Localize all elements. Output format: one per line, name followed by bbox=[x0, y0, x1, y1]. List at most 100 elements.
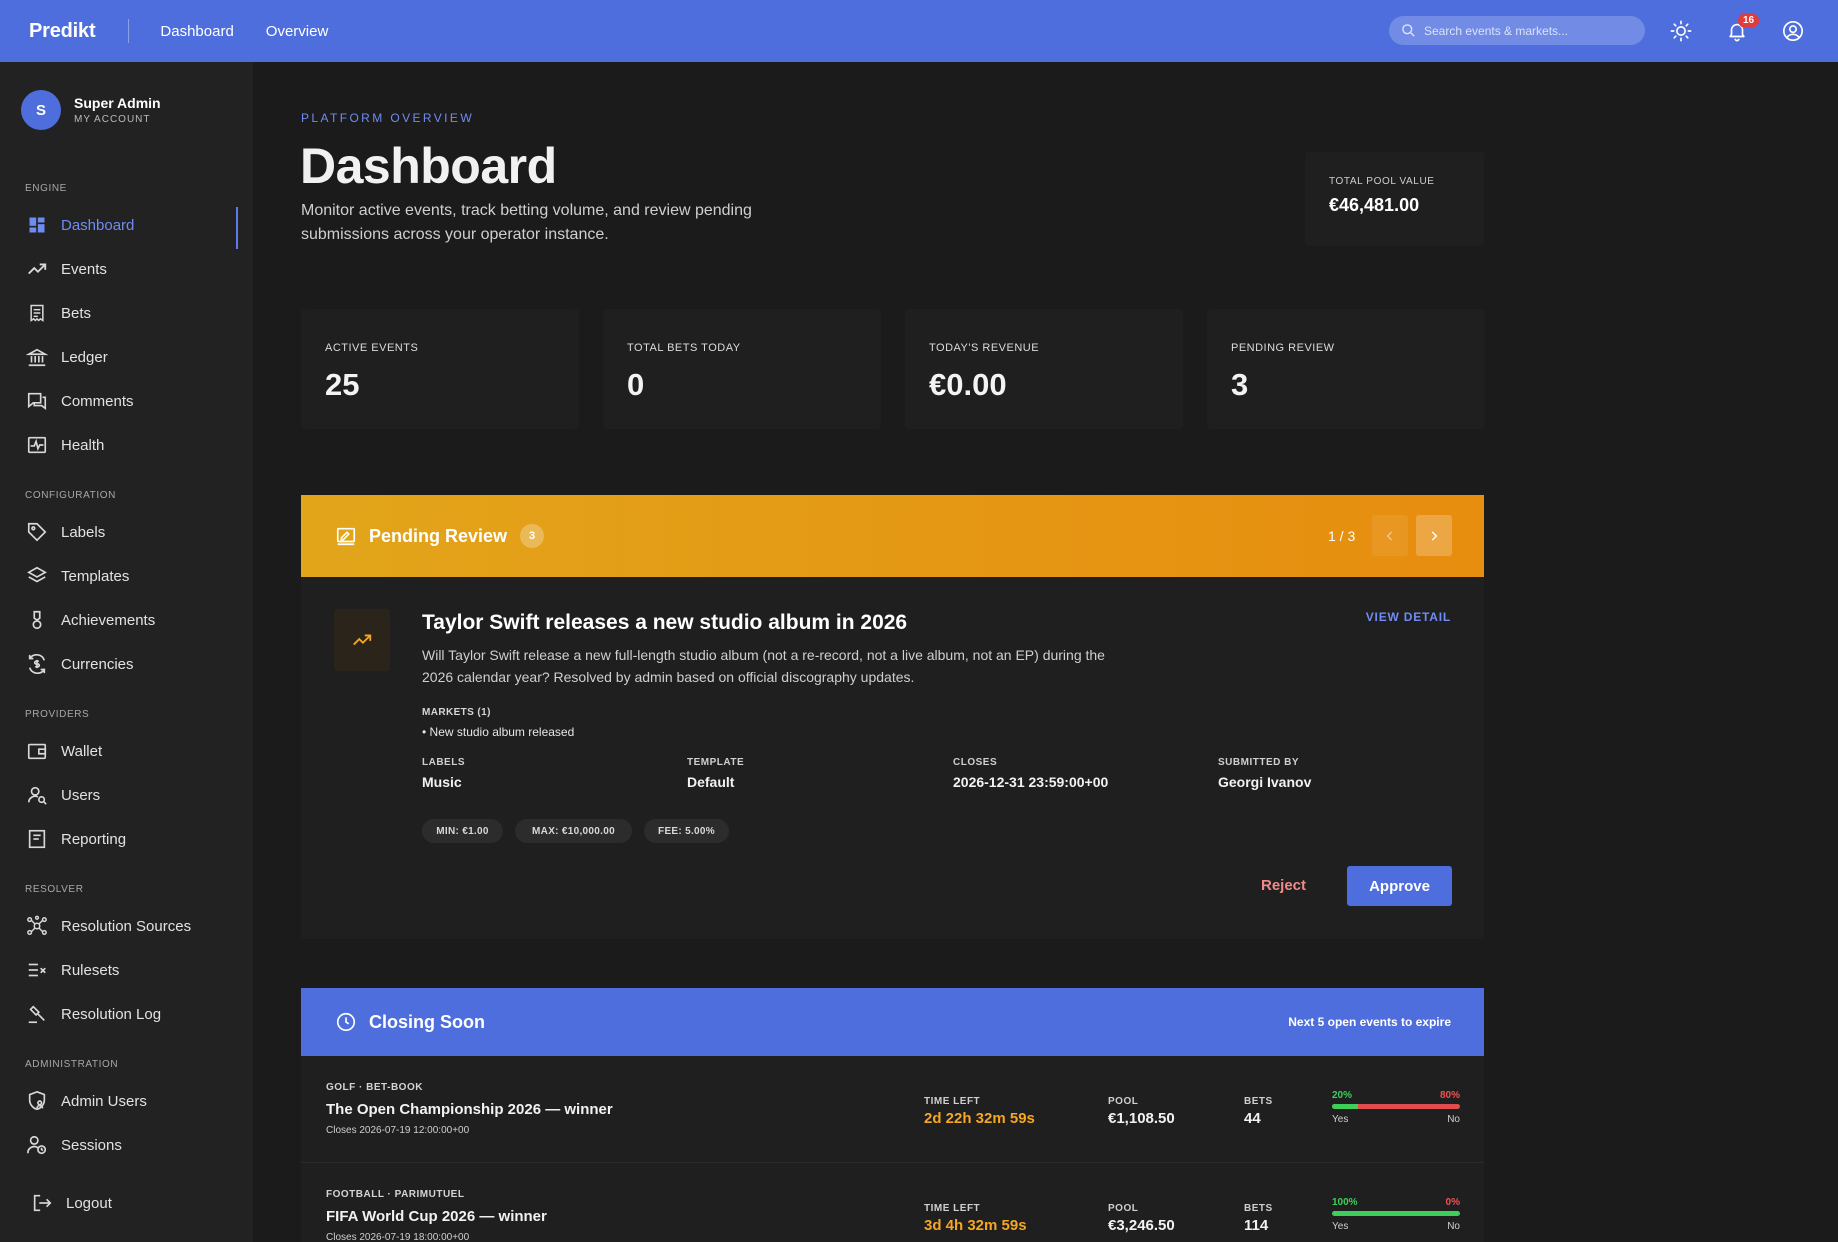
sidebar-item-rulesets[interactable]: Rulesets bbox=[0, 952, 238, 988]
sidebar-item-templates[interactable]: Templates bbox=[0, 558, 238, 594]
view-detail-link[interactable]: VIEW DETAIL bbox=[1366, 610, 1451, 624]
page-eyebrow: PLATFORM OVERVIEW bbox=[301, 111, 475, 125]
meta-closes: CLOSES 2026-12-31 23:59:00+00 bbox=[953, 757, 1108, 790]
notification-count-badge: 16 bbox=[1738, 13, 1760, 28]
event-type-badge bbox=[334, 609, 390, 671]
odds-bar-fill bbox=[1332, 1211, 1460, 1216]
sidebar-item-dashboard[interactable]: Dashboard bbox=[0, 207, 238, 249]
chip-min-stake: MIN: €1.00 bbox=[422, 819, 503, 843]
meta-template: TEMPLATE Default bbox=[687, 757, 744, 790]
sidebar-item-admin-users[interactable]: Admin Users bbox=[0, 1083, 238, 1119]
avatar: S bbox=[21, 90, 61, 130]
theme-toggle-button[interactable] bbox=[1666, 16, 1696, 46]
search-input[interactable] bbox=[1424, 23, 1624, 38]
pool-column: POOL €3,246.50 bbox=[1108, 1203, 1175, 1234]
stat-label: ACTIVE EVENTS bbox=[325, 342, 419, 354]
stat-value: 3 bbox=[1231, 367, 1249, 402]
pending-next-button[interactable] bbox=[1416, 515, 1452, 556]
closing-event-row[interactable]: FOOTBALL · PARIMUTUEL FIFA World Cup 202… bbox=[301, 1163, 1484, 1242]
user-search-icon bbox=[26, 784, 48, 806]
bets-label: BETS bbox=[1244, 1203, 1273, 1214]
sidebar-item-resolution-sources[interactable]: Resolution Sources bbox=[0, 908, 238, 944]
stat-value: 0 bbox=[627, 367, 645, 402]
chip-fee: FEE: 5.00% bbox=[644, 819, 729, 843]
pool-column: POOL €1,108.50 bbox=[1108, 1096, 1175, 1127]
pending-review-header: Pending Review 3 1 / 3 bbox=[301, 495, 1484, 577]
page-description: Monitor active events, track betting vol… bbox=[301, 202, 752, 243]
closing-soon-title: Closing Soon bbox=[369, 1011, 485, 1032]
sidebar-item-labels[interactable]: Labels bbox=[0, 514, 238, 550]
odds-bar bbox=[1332, 1211, 1460, 1216]
stat-value: €0.00 bbox=[929, 367, 1007, 402]
chip-max-stake: MAX: €10,000.00 bbox=[515, 819, 632, 843]
stat-label: TOTAL BETS TODAY bbox=[627, 342, 741, 354]
top-nav-overview[interactable]: Overview bbox=[266, 23, 329, 40]
top-nav-dashboard[interactable]: Dashboard bbox=[160, 23, 233, 40]
notifications-button[interactable]: 16 bbox=[1722, 13, 1760, 46]
sidebar-item-sessions[interactable]: Sessions bbox=[0, 1127, 238, 1163]
sidebar-item-currencies[interactable]: Currencies bbox=[0, 646, 238, 682]
no-percent: 80% bbox=[1439, 1090, 1460, 1101]
meta-value: 2026-12-31 23:59:00+00 bbox=[953, 774, 1109, 790]
sidebar-item-wallet[interactable]: Wallet bbox=[0, 733, 238, 769]
pending-review-title: Pending Review bbox=[369, 525, 508, 546]
meta-value: Music bbox=[422, 774, 462, 790]
odds-bar bbox=[1332, 1104, 1460, 1109]
yes-label: Yes bbox=[1332, 1221, 1349, 1232]
receipt-icon bbox=[26, 302, 48, 324]
meta-key: TEMPLATE bbox=[687, 757, 745, 768]
sidebar-item-comments[interactable]: Comments bbox=[0, 383, 238, 419]
sidebar-item-label: Ledger bbox=[61, 348, 108, 366]
profile-button[interactable] bbox=[1778, 16, 1808, 46]
pending-review-card: Taylor Swift releases a new studio album… bbox=[301, 577, 1484, 939]
yes-label: Yes bbox=[1332, 1114, 1349, 1125]
stat-value: 25 bbox=[325, 367, 360, 402]
no-percent: 0% bbox=[1445, 1197, 1460, 1208]
total-pool-card: TOTAL POOL VALUE €46,481.00 bbox=[1305, 152, 1484, 246]
sidebar-item-label: Admin Users bbox=[61, 1092, 147, 1110]
approve-button[interactable]: Approve bbox=[1347, 866, 1452, 906]
pending-prev-button[interactable] bbox=[1372, 515, 1408, 556]
closing-event-row[interactable]: GOLF · BET-BOOK The Open Championship 20… bbox=[301, 1056, 1484, 1163]
chat-icon bbox=[26, 390, 48, 412]
sidebar-item-achievements[interactable]: Achievements bbox=[0, 602, 238, 638]
sidebar-item-bets[interactable]: Bets bbox=[0, 295, 238, 331]
account-subtitle: MY ACCOUNT bbox=[74, 114, 151, 125]
event-closes: Closes 2026-07-19 18:00:00+00 bbox=[326, 1232, 470, 1242]
currency-exchange-icon bbox=[26, 653, 48, 675]
search-box[interactable] bbox=[1389, 16, 1645, 45]
pool-label: POOL bbox=[1108, 1203, 1139, 1214]
meta-labels: LABELS Music bbox=[422, 757, 465, 790]
sidebar-item-reporting[interactable]: Reporting bbox=[0, 821, 238, 857]
sidebar-item-resolution-log[interactable]: Resolution Log bbox=[0, 996, 238, 1032]
event-name: The Open Championship 2026 — winner bbox=[326, 1101, 613, 1118]
sidebar-item-events[interactable]: Events bbox=[0, 251, 238, 287]
event-closes: Closes 2026-07-19 12:00:00+00 bbox=[326, 1125, 470, 1136]
sidebar-item-users[interactable]: Users bbox=[0, 777, 238, 813]
reject-button[interactable]: Reject bbox=[1261, 877, 1306, 894]
account-block[interactable]: S Super Admin MY ACCOUNT bbox=[21, 90, 161, 130]
total-pool-label: TOTAL POOL VALUE bbox=[1329, 176, 1435, 187]
sidebar-item-label: Reporting bbox=[61, 830, 127, 848]
sidebar-item-label: Resolution Log bbox=[61, 1005, 162, 1023]
top-divider bbox=[128, 19, 130, 43]
pool-label: POOL bbox=[1108, 1096, 1139, 1107]
yes-percent: 100% bbox=[1332, 1197, 1358, 1208]
brand-logo[interactable]: Predikt bbox=[29, 20, 96, 43]
logout-button[interactable]: Logout bbox=[0, 1185, 238, 1221]
stat-card-total-bets-today: TOTAL BETS TODAY 0 bbox=[603, 309, 881, 429]
time-left-value: 3d 4h 32m 59s bbox=[924, 1217, 1027, 1234]
medal-icon bbox=[26, 609, 48, 631]
time-left-column: TIME LEFT 2d 22h 32m 59s bbox=[924, 1096, 1035, 1127]
sidebar-item-label: Bets bbox=[61, 304, 92, 322]
sidebar-item-ledger[interactable]: Ledger bbox=[0, 339, 238, 375]
sidebar-item-label: Events bbox=[61, 260, 107, 278]
stat-card-active-events: ACTIVE EVENTS 25 bbox=[301, 309, 579, 429]
sidebar-item-health[interactable]: Health bbox=[0, 427, 238, 463]
user-circle-icon bbox=[1783, 21, 1803, 41]
checklist-icon bbox=[26, 959, 48, 981]
time-left-column: TIME LEFT 3d 4h 32m 59s bbox=[924, 1203, 1027, 1234]
section-label-providers: PROVIDERS bbox=[25, 709, 90, 720]
bets-label: BETS bbox=[1244, 1096, 1273, 1107]
sidebar-item-label: Achievements bbox=[61, 611, 156, 629]
